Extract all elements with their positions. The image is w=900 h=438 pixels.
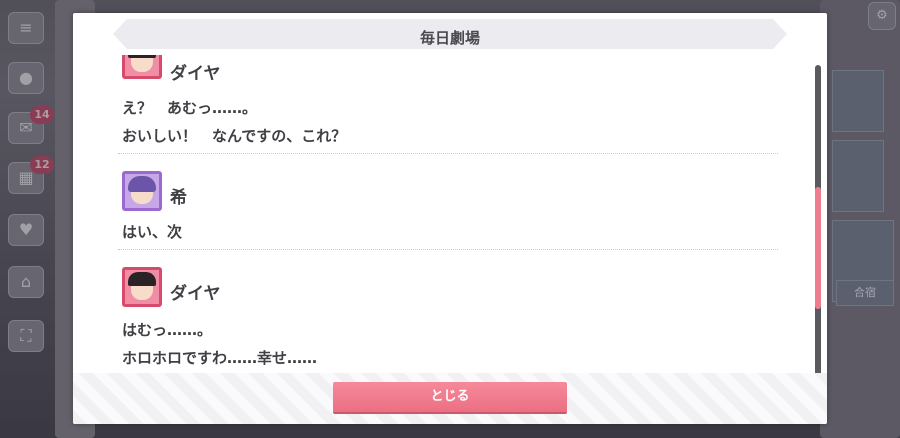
daily-theater-dialog: 毎日劇場 ダイヤ え？ あむっ……。 おいしい！ なんですの、これ？ 希 はい、… [73, 13, 827, 424]
speaker-name: ダイヤ [170, 64, 221, 84]
dialog-header: 毎日劇場 [113, 19, 787, 49]
speaker-name: ダイヤ [170, 284, 221, 304]
dialog-content[interactable]: ダイヤ え？ あむっ……。 おいしい！ なんですの、これ？ 希 はい、次 ダイヤ… [73, 55, 827, 381]
entry-divider [118, 153, 778, 154]
scrollbar-thumb[interactable] [815, 187, 821, 309]
speaker-name: 希 [170, 188, 187, 208]
dialogue-line: はむっ……。 [122, 321, 213, 339]
scrollbar[interactable] [815, 65, 821, 379]
character-hair [128, 55, 156, 58]
entry-divider [118, 249, 778, 250]
close-button[interactable]: とじる [333, 382, 567, 412]
character-hair [128, 176, 156, 192]
dialog-footer: とじる [73, 373, 827, 424]
dialogue-line: おいしい！ なんですの、これ？ [122, 127, 347, 145]
dia-avatar [122, 55, 162, 79]
nozomi-avatar [122, 171, 162, 211]
dialogue-line: え？ あむっ……。 [122, 99, 258, 117]
dialogue-line: ホロホロですわ……幸せ…… [122, 349, 318, 367]
game-screen: ≡ ● ✉ 14 ▦ 12 ♥ ⌂ ⛶ 合宿 ⚙ 毎日劇場 ダイヤ え？ あむっ… [0, 0, 900, 438]
character-hair [128, 272, 156, 286]
dialogue-line: はい、次 [122, 223, 183, 241]
dialog-title: 毎日劇場 [419, 29, 480, 47]
dia-avatar [122, 267, 162, 307]
